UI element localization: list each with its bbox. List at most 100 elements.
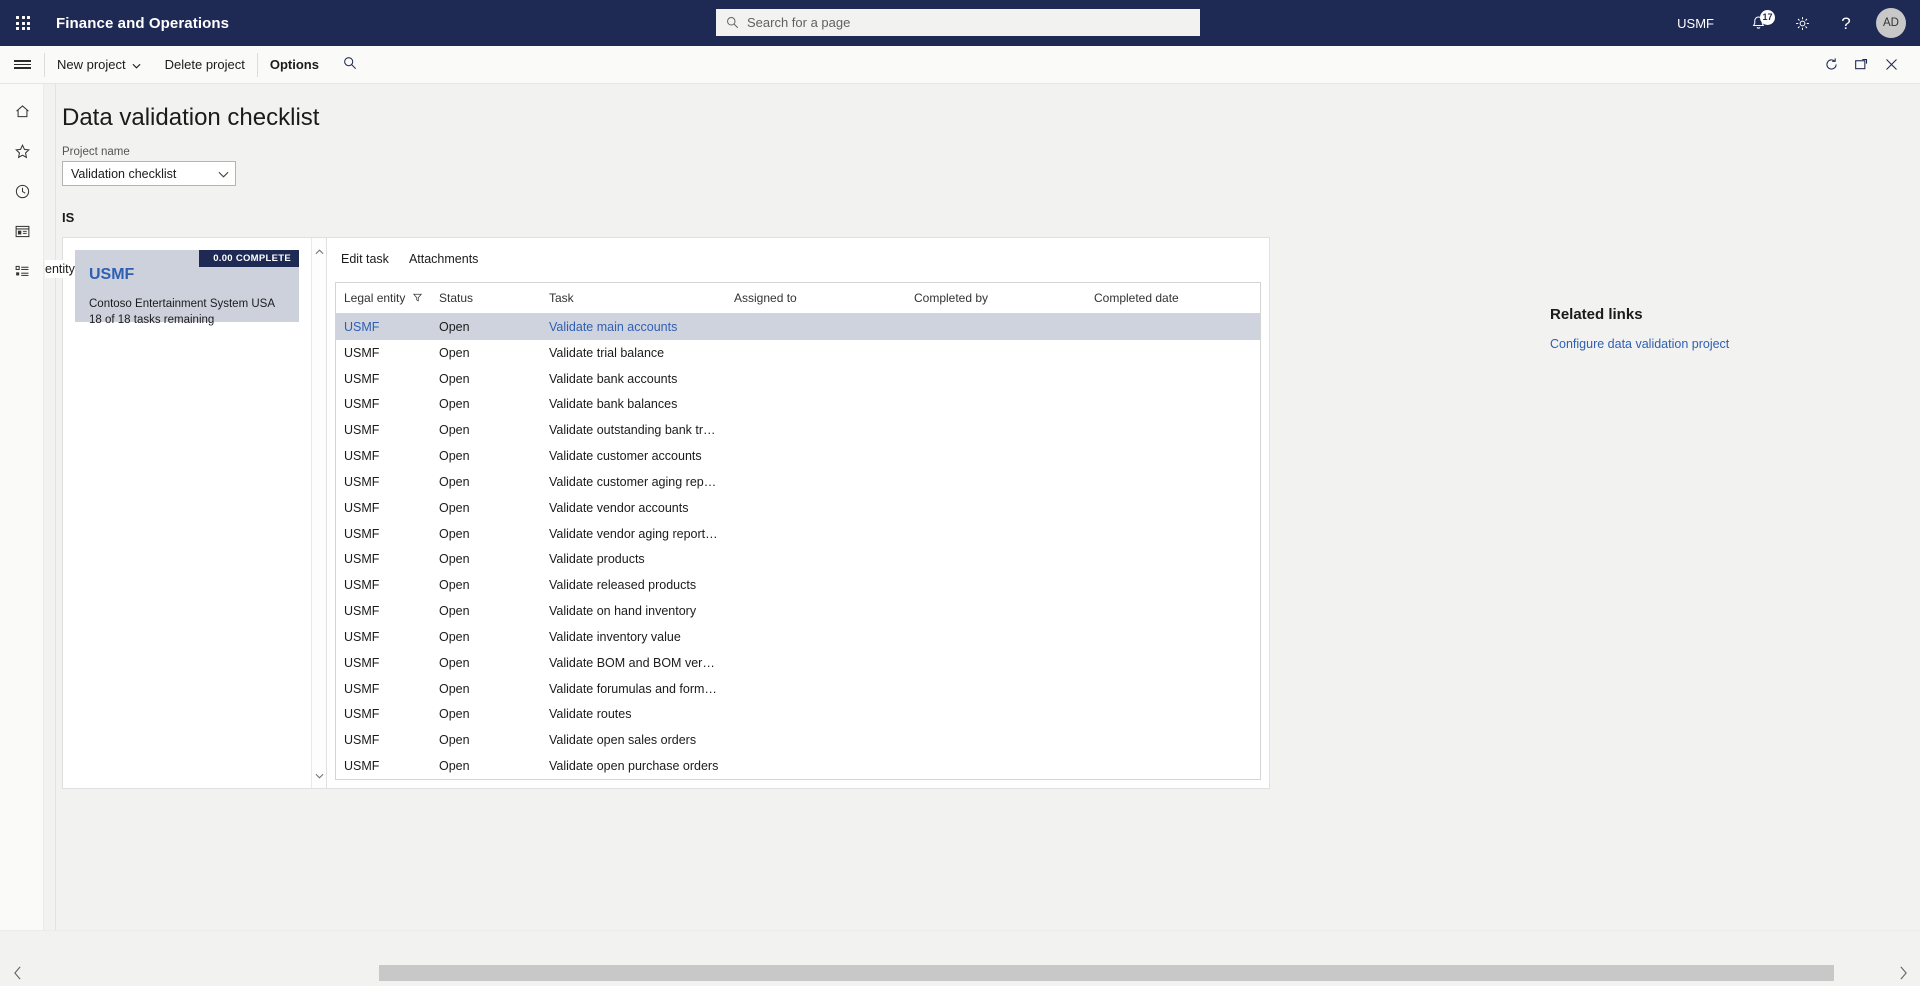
cell-completed-by[interactable]: [906, 495, 1086, 521]
cell-legal-entity[interactable]: USMF: [336, 727, 431, 753]
cell-completed-date[interactable]: [1086, 624, 1261, 650]
cell-legal-entity[interactable]: USMF: [336, 598, 431, 624]
table-row[interactable]: USMFOpenValidate released products: [336, 572, 1261, 598]
cell-completed-by[interactable]: [906, 314, 1086, 340]
cell-assigned-to[interactable]: [726, 572, 906, 598]
column-header-legal-entity[interactable]: Legal entity: [336, 283, 431, 314]
table-row[interactable]: USMFOpenValidate customer accounts: [336, 443, 1261, 469]
hamburger-menu-icon[interactable]: [0, 46, 44, 83]
table-row[interactable]: USMFOpenValidate trial balance: [336, 340, 1261, 366]
sidebar-item-modules[interactable]: [0, 254, 44, 294]
cell-status[interactable]: Open: [431, 727, 541, 753]
sidebar-item-recent[interactable]: [0, 174, 44, 214]
column-header-task[interactable]: Task: [541, 283, 726, 314]
cell-task[interactable]: Validate customer aging report ...: [541, 469, 726, 495]
edit-task-button[interactable]: Edit task: [333, 248, 397, 270]
cell-completed-date[interactable]: [1086, 650, 1261, 676]
cell-completed-date[interactable]: [1086, 701, 1261, 727]
cell-assigned-to[interactable]: [726, 624, 906, 650]
table-row[interactable]: USMFOpenValidate vendor accounts: [336, 495, 1261, 521]
cell-completed-date[interactable]: [1086, 495, 1261, 521]
column-header-assigned-to[interactable]: Assigned to: [726, 283, 906, 314]
cell-legal-entity[interactable]: USMF: [336, 572, 431, 598]
cell-status[interactable]: Open: [431, 495, 541, 521]
new-project-button[interactable]: New project: [45, 46, 153, 83]
cell-completed-date[interactable]: [1086, 598, 1261, 624]
cell-completed-by[interactable]: [906, 624, 1086, 650]
cell-completed-by[interactable]: [906, 676, 1086, 702]
cell-task[interactable]: Validate customer accounts: [541, 443, 726, 469]
cell-assigned-to[interactable]: [726, 598, 906, 624]
cell-status[interactable]: Open: [431, 366, 541, 392]
cell-task[interactable]: Validate vendor accounts: [541, 495, 726, 521]
cell-completed-by[interactable]: [906, 366, 1086, 392]
cell-completed-by[interactable]: [906, 417, 1086, 443]
cell-assigned-to[interactable]: [726, 366, 906, 392]
global-search[interactable]: [716, 9, 1200, 36]
cell-task[interactable]: Validate BOM and BOM versions: [541, 650, 726, 676]
cell-assigned-to[interactable]: [726, 314, 906, 340]
chevron-down-icon[interactable]: [315, 766, 324, 784]
cell-completed-by[interactable]: [906, 598, 1086, 624]
cell-legal-entity[interactable]: USMF: [336, 650, 431, 676]
cell-status[interactable]: Open: [431, 443, 541, 469]
sidebar-item-home[interactable]: [0, 94, 44, 134]
sidebar-item-favorites[interactable]: [0, 134, 44, 174]
cell-task[interactable]: Validate vendor aging report an...: [541, 521, 726, 547]
cell-assigned-to[interactable]: [726, 495, 906, 521]
cell-completed-date[interactable]: [1086, 314, 1261, 340]
cell-status[interactable]: Open: [431, 392, 541, 418]
avatar[interactable]: AD: [1876, 8, 1906, 38]
related-link-configure-project[interactable]: Configure data validation project: [1550, 337, 1920, 351]
cell-assigned-to[interactable]: [726, 443, 906, 469]
cell-completed-by[interactable]: [906, 753, 1086, 779]
table-row[interactable]: USMFOpenValidate vendor aging report an.…: [336, 521, 1261, 547]
table-row[interactable]: USMFOpenValidate inventory value: [336, 624, 1261, 650]
cell-legal-entity[interactable]: USMF: [336, 392, 431, 418]
cell-assigned-to[interactable]: [726, 753, 906, 779]
scrollbar-track[interactable]: [34, 965, 1886, 981]
bell-icon[interactable]: 17: [1736, 0, 1780, 46]
cell-completed-date[interactable]: [1086, 727, 1261, 753]
cell-assigned-to[interactable]: [726, 521, 906, 547]
cell-completed-date[interactable]: [1086, 469, 1261, 495]
cell-task[interactable]: Validate forumulas and formula ...: [541, 676, 726, 702]
cell-completed-date[interactable]: [1086, 676, 1261, 702]
cell-status[interactable]: Open: [431, 753, 541, 779]
cell-completed-by[interactable]: [906, 469, 1086, 495]
cell-assigned-to[interactable]: [726, 392, 906, 418]
cell-task[interactable]: Validate open sales orders: [541, 727, 726, 753]
table-row[interactable]: USMFOpenValidate bank accounts: [336, 366, 1261, 392]
cell-status[interactable]: Open: [431, 701, 541, 727]
close-icon[interactable]: [1876, 46, 1906, 83]
cell-assigned-to[interactable]: [726, 650, 906, 676]
cell-legal-entity[interactable]: USMF: [336, 701, 431, 727]
delete-project-button[interactable]: Delete project: [153, 46, 257, 83]
cell-status[interactable]: Open: [431, 598, 541, 624]
cell-task[interactable]: Validate outstanding bank trans...: [541, 417, 726, 443]
question-mark-icon[interactable]: ?: [1824, 0, 1868, 46]
cell-legal-entity[interactable]: USMF: [336, 624, 431, 650]
cell-legal-entity[interactable]: USMF: [336, 314, 431, 340]
table-row[interactable]: USMFOpenValidate products: [336, 546, 1261, 572]
legal-entity-scrollbar[interactable]: [311, 238, 326, 788]
gear-icon[interactable]: [1780, 0, 1824, 46]
cell-completed-by[interactable]: [906, 650, 1086, 676]
popout-icon[interactable]: [1846, 46, 1876, 83]
cell-completed-date[interactable]: [1086, 340, 1261, 366]
cell-legal-entity[interactable]: USMF: [336, 753, 431, 779]
chevron-left-icon[interactable]: [0, 960, 34, 986]
project-name-select[interactable]: Validation checklist: [62, 161, 236, 186]
chevron-up-icon[interactable]: [315, 242, 324, 260]
cell-completed-by[interactable]: [906, 701, 1086, 727]
cell-status[interactable]: Open: [431, 624, 541, 650]
cell-legal-entity[interactable]: USMF: [336, 546, 431, 572]
table-row[interactable]: USMFOpenValidate customer aging report .…: [336, 469, 1261, 495]
cell-legal-entity[interactable]: USMF: [336, 521, 431, 547]
cell-task[interactable]: Validate bank accounts: [541, 366, 726, 392]
cell-completed-date[interactable]: [1086, 753, 1261, 779]
scrollbar-thumb[interactable]: [379, 965, 1834, 981]
cell-legal-entity[interactable]: USMF: [336, 417, 431, 443]
table-row[interactable]: USMFOpenValidate main accounts: [336, 314, 1261, 340]
cell-assigned-to[interactable]: [726, 546, 906, 572]
